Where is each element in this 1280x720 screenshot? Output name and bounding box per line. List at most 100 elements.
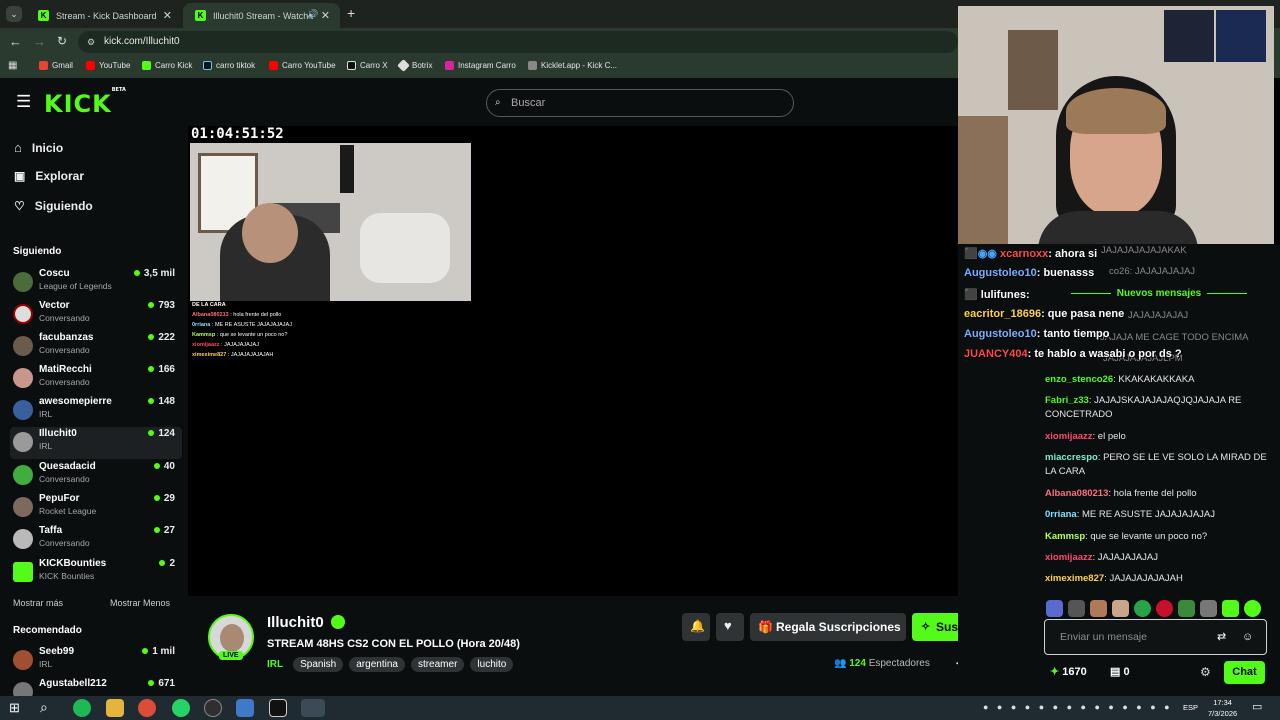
emote-icon[interactable] xyxy=(1200,600,1217,617)
show-more-link[interactable]: Mostrar más xyxy=(13,598,63,608)
sidebar-item-awesomepierre[interactable]: awesomepierre IRL 148 xyxy=(10,395,182,427)
sidebar-item-kickbounties[interactable]: KICKBounties KICK Bounties 2 xyxy=(10,557,182,589)
tab-kick-dashboard[interactable]: K Stream - Kick Dashboard ✕ xyxy=(26,3,182,28)
new-tab-icon[interactable]: + xyxy=(347,5,355,21)
sidebar-item-pepufor[interactable]: PepuFor Rocket League 29 xyxy=(10,492,182,524)
back-icon[interactable]: ← xyxy=(9,34,22,49)
emote-icon[interactable] xyxy=(1090,600,1107,617)
tag-chip[interactable]: argentina xyxy=(349,657,405,672)
sidebar-item-agustabell212[interactable]: Agustabell212 671 xyxy=(10,677,182,696)
badge-icon: ⬛ xyxy=(964,289,978,301)
tab-search-dropdown-icon[interactable]: ⌄ xyxy=(6,6,22,22)
sidebar-item-vector[interactable]: Vector Conversando 793 xyxy=(10,299,182,331)
heart-icon: ♡ xyxy=(14,199,25,213)
capcut-icon[interactable] xyxy=(269,699,287,717)
emote-icon[interactable] xyxy=(1222,600,1239,617)
bookmark-carro-tiktok[interactable]: carro tiktok xyxy=(203,61,255,70)
emoji-icon[interactable]: ☺ xyxy=(1242,620,1253,654)
new-messages-divider[interactable]: Nuevos mensajes xyxy=(1048,288,1270,299)
spotify-icon[interactable] xyxy=(73,699,91,717)
search-input[interactable]: ⌕ Buscar xyxy=(486,89,794,117)
tag-chip[interactable]: luchito xyxy=(470,657,514,672)
avatar xyxy=(13,682,33,696)
viewer-count: 166 xyxy=(148,364,175,375)
sidebar-item-seeb99[interactable]: Seeb99 IRL 1 mil xyxy=(10,645,182,677)
drops-counter[interactable]: ▤ 0 xyxy=(1110,665,1130,678)
chat-send-button[interactable]: Chat xyxy=(1224,661,1265,684)
bookmark-instagram-carro[interactable]: Instagram Carro xyxy=(445,61,516,70)
bookmark-kicklet[interactable]: Kicklet.app - Kick C... xyxy=(528,61,617,70)
overlay-chat-line: DE LA CARA xyxy=(192,302,226,308)
sidebar-item-facubanzas[interactable]: facubanzas Conversando 222 xyxy=(10,331,182,363)
file-explorer-icon[interactable] xyxy=(106,699,124,717)
windows-start-icon[interactable]: ⊞ xyxy=(9,700,20,716)
close-tab-icon[interactable]: ✕ xyxy=(163,9,172,22)
chrome-icon[interactable] xyxy=(138,699,156,717)
chat-settings-icon[interactable]: ⚙ xyxy=(1200,665,1211,679)
chrome-active-icon[interactable] xyxy=(301,699,325,717)
store-icon[interactable] xyxy=(236,699,254,717)
channel-name[interactable]: Illuchit0 xyxy=(267,614,324,631)
notification-icon[interactable]: ▭ xyxy=(1252,700,1262,713)
bookmark-carro-x[interactable]: Carro X xyxy=(347,61,388,70)
sidebar-item-matirecchi[interactable]: MatiRecchi Conversando 166 xyxy=(10,363,182,395)
translate-icon[interactable]: ⇄ xyxy=(1217,620,1226,654)
chat-message: Fabri_z33: JAJAJSKAJAJAJAQJQJAJAJA RE CO… xyxy=(1045,395,1242,420)
youtube-icon xyxy=(269,61,278,70)
category-link[interactable]: IRL xyxy=(267,659,283,670)
menu-icon[interactable]: ☰ xyxy=(16,92,31,112)
room-camera-view xyxy=(190,143,471,301)
overlay-chat-message: ⬛ lulifunes: xyxy=(964,289,1030,301)
emote-icon[interactable] xyxy=(1156,600,1173,617)
sidebar-item-quesadacid[interactable]: Quesadacid Conversando 40 xyxy=(10,460,182,492)
sidebar-nav-siguiendo[interactable]: ♡ Siguiendo xyxy=(14,199,93,213)
avatar xyxy=(13,562,33,582)
bookmark-youtube[interactable]: YouTube xyxy=(86,61,130,70)
webcam-shirt xyxy=(1038,211,1198,244)
tag-chip[interactable]: streamer xyxy=(410,657,465,672)
notification-bell-button[interactable]: 🔔 xyxy=(682,613,710,641)
obs-icon[interactable] xyxy=(204,699,222,717)
emote-icon[interactable] xyxy=(1134,600,1151,617)
avatar xyxy=(13,368,33,388)
sidebar-item-taffa[interactable]: Taffa Conversando 27 xyxy=(10,524,182,556)
show-less-link[interactable]: Mostrar Menos xyxy=(110,598,170,608)
sidebar-nav-inicio[interactable]: ⌂ Inicio xyxy=(14,140,63,155)
bookmark-carro-kick[interactable]: Carro Kick xyxy=(142,61,192,70)
channel-points[interactable]: ✦ 1670 xyxy=(1050,665,1087,678)
chat-message-input[interactable]: Enviar un mensaje ⇄ ☺ xyxy=(1044,619,1267,655)
sidebar-nav-explorar[interactable]: ▣ Explorar xyxy=(14,169,84,183)
search-icon[interactable]: ⌕ xyxy=(40,699,48,716)
site-info-icon[interactable]: ⚙ xyxy=(87,31,95,53)
live-dot-icon xyxy=(148,366,155,372)
url-field[interactable]: ⚙ kick.com/Illuchit0 xyxy=(78,31,958,53)
kick-logo[interactable]: KICKBETA xyxy=(44,87,126,118)
language-indicator[interactable]: ESP xyxy=(1183,703,1198,712)
live-dot-icon xyxy=(148,680,155,686)
emote-icon[interactable] xyxy=(1046,600,1063,617)
apps-grid-icon[interactable]: ▦ xyxy=(8,60,17,71)
overlay-chat-message: ⬛◉◉ xcarnoxx: ahora si xyxy=(964,248,1098,260)
reload-icon[interactable]: ↻ xyxy=(57,34,67,48)
emote-icon[interactable] xyxy=(1068,600,1085,617)
emote-icon[interactable] xyxy=(1244,600,1261,617)
tab-illuchit0-stream[interactable]: K Illuchit0 Stream - Watch Liv 🔊 ✕ xyxy=(183,3,340,28)
bookmark-gmail[interactable]: Gmail xyxy=(39,61,73,70)
whatsapp-icon[interactable] xyxy=(172,699,190,717)
viewer-count: 2 xyxy=(159,558,175,569)
gift-icon: 🎁 xyxy=(758,620,773,634)
forward-icon[interactable]: → xyxy=(33,34,46,49)
close-tab-icon[interactable]: ✕ xyxy=(321,9,330,22)
emote-icon[interactable] xyxy=(1178,600,1195,617)
speaker-icon[interactable]: 🔊 xyxy=(307,9,318,20)
system-clock[interactable]: 17:34 7/3/2026 xyxy=(1208,697,1237,719)
bookmark-carro-youtube[interactable]: Carro YouTube xyxy=(269,61,336,70)
emote-icon[interactable] xyxy=(1112,600,1129,617)
sidebar-item-illuchit0[interactable]: Illuchit0 IRL 124 xyxy=(10,427,182,459)
gift-subscriptions-button[interactable]: 🎁 Regala Suscripciones xyxy=(750,613,906,641)
sidebar-item-coscu[interactable]: Coscu League of Legends 3,5 mil xyxy=(10,267,182,299)
follow-heart-button[interactable]: ♥ xyxy=(716,613,744,641)
bookmark-botrix[interactable]: Botrix xyxy=(397,59,432,72)
tag-chip[interactable]: Spanish xyxy=(293,657,344,672)
tiktok-icon xyxy=(203,61,212,70)
